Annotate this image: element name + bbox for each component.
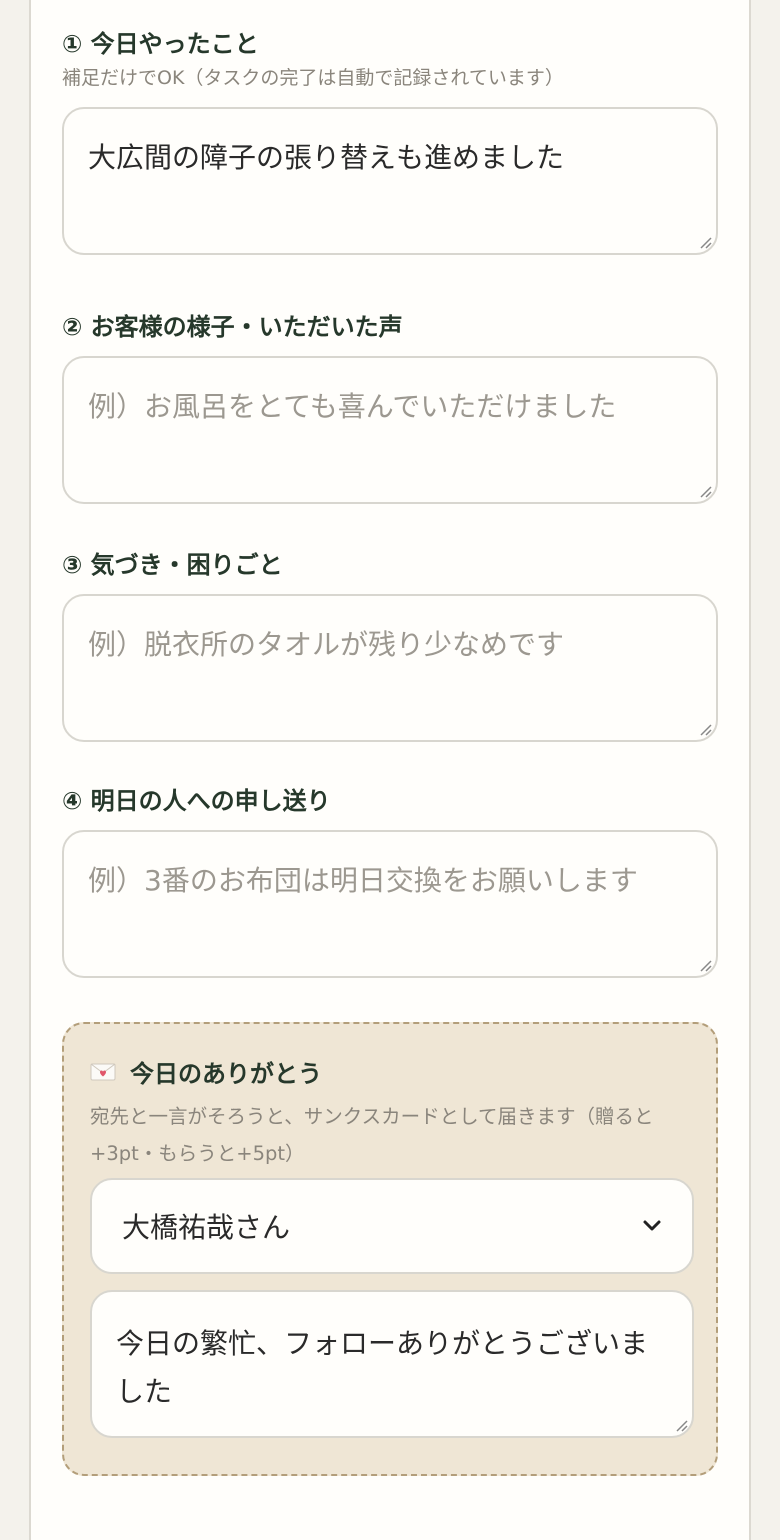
did-today-label: ① 今日やったこと [62,30,259,58]
issues-placeholder: 例）脱衣所のタオルが残り少なめです [88,628,565,661]
handover-label: ④ 明日の人への申し送り [62,787,331,815]
envelope-heart-icon [90,1063,116,1080]
section-customer-voice: ② お客様の様子・いただいた声 例）お風呂をとても喜んでいただけました [62,315,718,504]
thanks-message-textarea[interactable]: 今日の繁忙、フォローありがとうございました [90,1290,694,1438]
section-issues: ③ 気づき・困りごと 例）脱衣所のタオルが残り少なめです [62,553,718,742]
handover-textarea[interactable]: 例）3番のお布団は明日交換をお願いします [62,830,718,978]
customer-voice-textarea[interactable]: 例）お風呂をとても喜んでいただけました [62,356,718,504]
chevron-down-icon [643,1220,661,1231]
section-handover: ④ 明日の人への申し送り 例）3番のお布団は明日交換をお願いします [62,789,718,978]
recipient-value: 大橋祐哉さん [122,1211,291,1244]
thanks-title-row: 今日のありがとう [90,1054,322,1089]
did-today-textarea[interactable]: 大広間の障子の張り替えも進めました [62,107,718,255]
resize-grip-icon[interactable] [698,235,712,249]
recipient-select[interactable]: 大橋祐哉さん [90,1178,694,1274]
issues-textarea[interactable]: 例）脱衣所のタオルが残り少なめです [62,594,718,742]
thanks-title: 今日のありがとう [130,1060,322,1088]
resize-grip-icon[interactable] [674,1418,688,1432]
customer-voice-label: ② お客様の様子・いただいた声 [62,313,403,341]
resize-grip-icon[interactable] [698,958,712,972]
did-today-value: 大広間の障子の張り替えも進めました [88,141,565,174]
section-did-today: ① 今日やったこと 補足だけでOK（タスクの完了は自動で記録されています） 大広… [62,32,718,255]
resize-grip-icon[interactable] [698,484,712,498]
thanks-message-value: 今日の繁忙、フォローありがとうございました [116,1327,649,1408]
thanks-card-box: 今日のありがとう 宛先と一言がそろうと、サンクスカードとして届きます（贈ると+3… [62,1022,718,1476]
issues-label: ③ 気づき・困りごと [62,551,283,579]
did-today-hint: 補足だけでOK（タスクの完了は自動で記録されています） [62,67,564,89]
resize-grip-icon[interactable] [698,722,712,736]
thanks-hint: 宛先と一言がそろうと、サンクスカードとして届きます（贈ると+3pt・もらうと+5… [90,1105,654,1165]
handover-placeholder: 例）3番のお布団は明日交換をお願いします [88,864,638,897]
customer-voice-placeholder: 例）お風呂をとても喜んでいただけました [88,390,617,423]
